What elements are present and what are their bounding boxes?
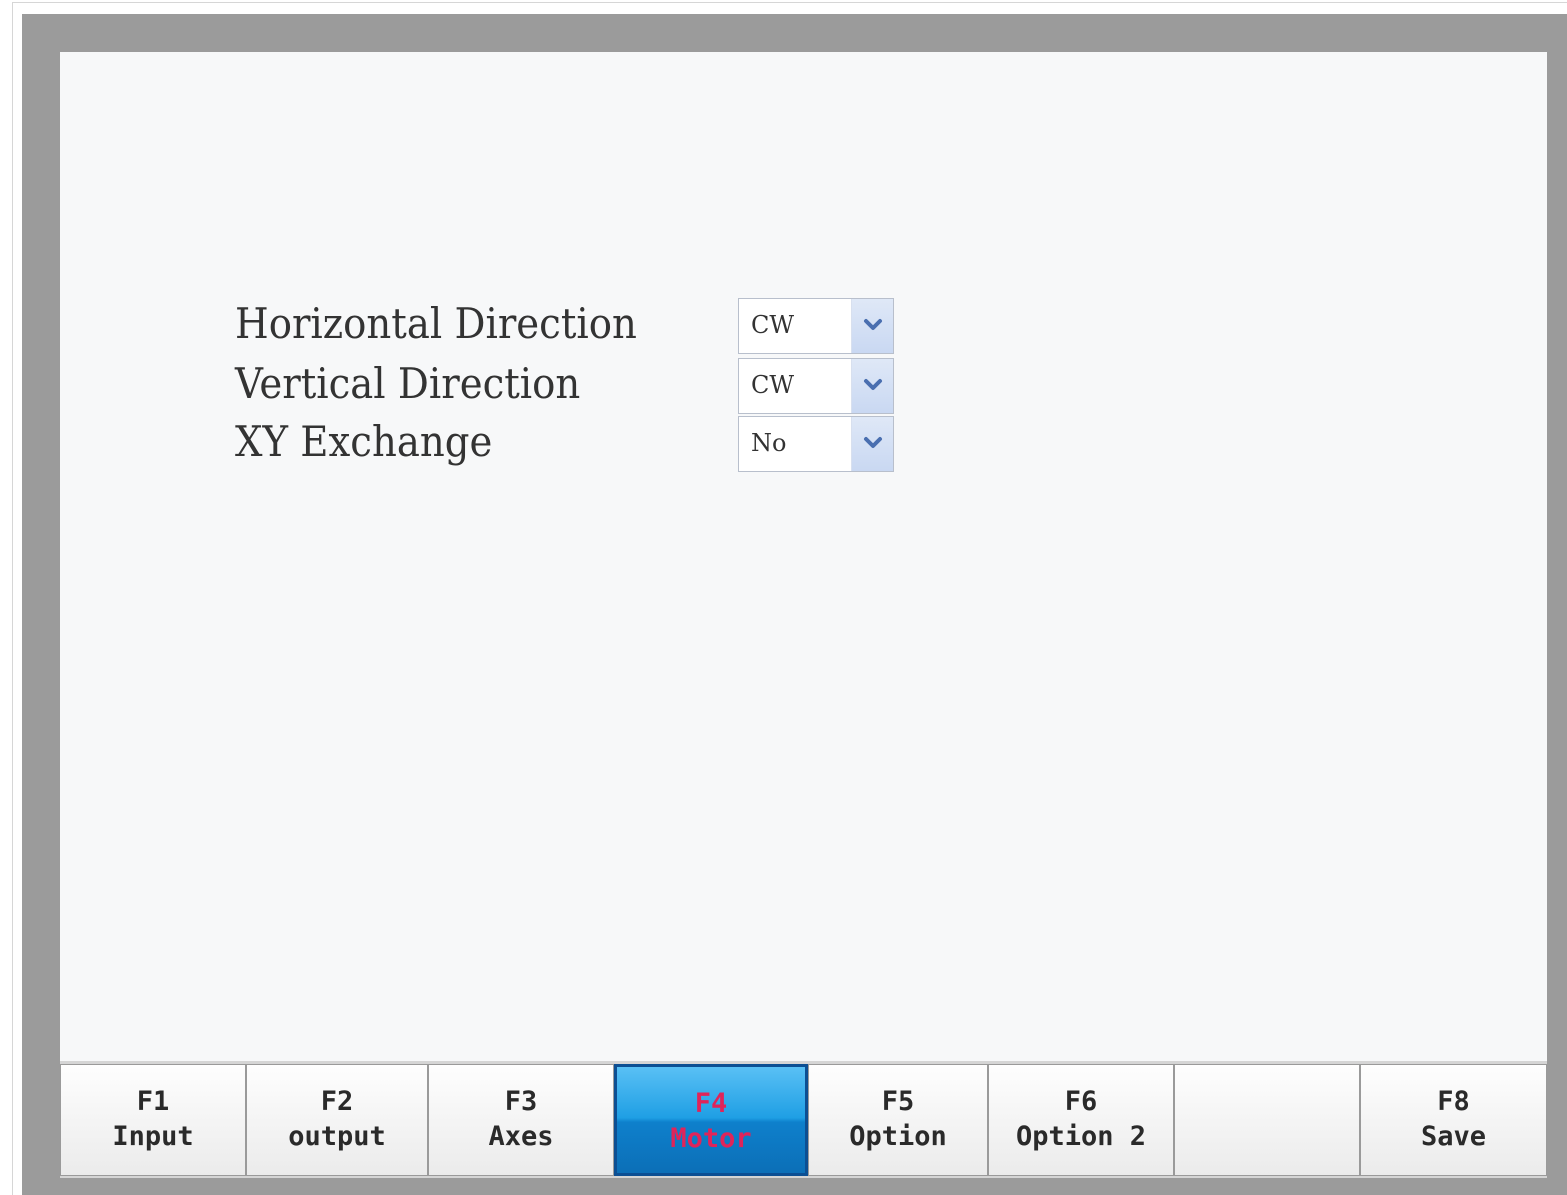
f6-key-label: F6: [1064, 1086, 1098, 1117]
f8-save-button[interactable]: F8 Save: [1360, 1064, 1547, 1176]
f6-option-2-button[interactable]: F6 Option 2: [988, 1064, 1174, 1176]
xy-exchange-value: No: [751, 429, 787, 457]
vertical-direction-label: Vertical Direction: [235, 359, 581, 408]
vertical-direction-value: CW: [751, 371, 795, 399]
horizontal-direction-value: CW: [751, 311, 795, 339]
f4-motor-button[interactable]: F4 Motor: [614, 1064, 808, 1176]
f5-action-label: Option: [849, 1121, 947, 1152]
f2-key-label: F2: [320, 1086, 354, 1117]
f1-input-button[interactable]: F1 Input: [60, 1064, 246, 1176]
xy-exchange-label: XY Exchange: [235, 417, 493, 466]
f8-action-label: Save: [1420, 1121, 1487, 1152]
f4-key-label: F4: [694, 1088, 728, 1119]
horizontal-direction-label: Horizontal Direction: [235, 299, 637, 348]
f1-key-label: F1: [136, 1086, 170, 1117]
f3-key-label: F3: [504, 1086, 538, 1117]
f7-empty-button[interactable]: [1174, 1064, 1360, 1176]
chevron-down-icon: [864, 379, 882, 390]
form-row-vertical-direction: Vertical Direction CW: [235, 358, 895, 416]
f5-option-button[interactable]: F5 Option: [808, 1064, 988, 1176]
f3-axes-button[interactable]: F3 Axes: [428, 1064, 614, 1176]
form-row-horizontal-direction: Horizontal Direction CW: [235, 298, 895, 356]
horizontal-direction-dropdown-button[interactable]: [851, 299, 893, 353]
f2-action-label: output: [288, 1121, 386, 1152]
xy-exchange-select[interactable]: No: [738, 416, 894, 472]
chevron-down-icon: [864, 319, 882, 330]
device-bezel: Horizontal Direction CW Vertical Directi…: [22, 14, 1567, 1195]
xy-exchange-dropdown-button[interactable]: [851, 417, 893, 471]
f8-key-label: F8: [1437, 1086, 1470, 1117]
f1-action-label: Input: [112, 1121, 194, 1152]
form-row-xy-exchange: XY Exchange No: [235, 416, 895, 474]
vertical-direction-select[interactable]: CW: [738, 358, 894, 414]
chevron-down-icon: [864, 437, 882, 448]
vertical-direction-dropdown-button[interactable]: [851, 359, 893, 413]
function-key-bar: F1 Input F2 output F3 Axes F4 Motor F5 O…: [60, 1061, 1547, 1178]
screen: Horizontal Direction CW Vertical Directi…: [60, 52, 1547, 1178]
horizontal-direction-select[interactable]: CW: [738, 298, 894, 354]
f4-action-label: Motor: [670, 1123, 752, 1154]
f3-action-label: Axes: [488, 1121, 554, 1152]
f5-key-label: F5: [881, 1086, 915, 1117]
f2-output-button[interactable]: F2 output: [246, 1064, 428, 1176]
f6-action-label: Option 2: [1015, 1121, 1147, 1152]
